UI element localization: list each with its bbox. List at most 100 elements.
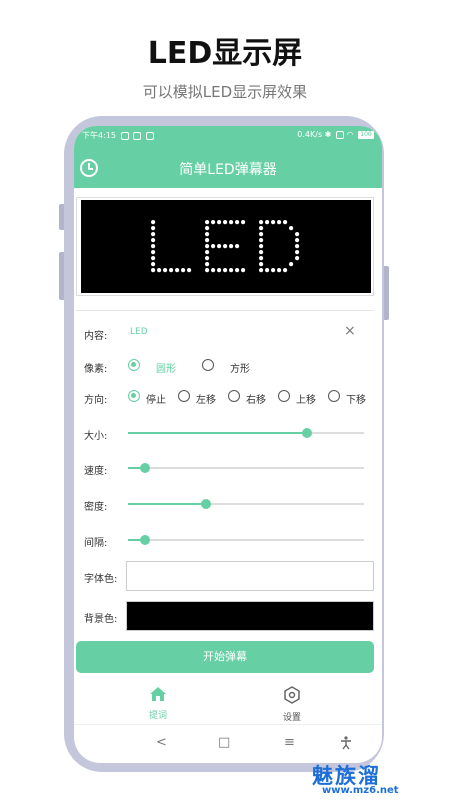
led-dot: [259, 238, 264, 243]
led-dot: [151, 256, 156, 261]
speed-label: 速度:: [84, 466, 108, 477]
pixel-circle-radio[interactable]: [128, 359, 140, 371]
promo-subtitle: 可以模拟LED显示屏效果: [142, 83, 308, 101]
led-dot: [259, 268, 264, 273]
led-dot: [259, 220, 264, 225]
content-input[interactable]: LED: [130, 327, 148, 337]
direction-down-radio[interactable]: [328, 390, 340, 402]
settings-icon: [284, 686, 300, 704]
direction-right-label: 右移: [246, 395, 266, 406]
gap-slider[interactable]: [128, 535, 364, 545]
led-dot: [169, 268, 174, 273]
direction-label: 方向:: [84, 395, 108, 406]
led-dot: [271, 268, 276, 273]
led-dot: [151, 232, 156, 237]
font-color-label: 字体色:: [84, 574, 118, 585]
battery-icon: 100: [358, 130, 374, 139]
direction-left-label: 左移: [196, 395, 216, 406]
speed-slider-thumb[interactable]: [139, 463, 150, 473]
density-slider-thumb[interactable]: [200, 499, 211, 509]
direction-up-label: 上移: [296, 395, 316, 406]
promo-title: LED显示屏: [147, 36, 303, 71]
led-dot: [151, 226, 156, 231]
led-dot: [223, 244, 228, 249]
led-dot: [217, 220, 222, 225]
led-dot: [217, 268, 222, 273]
led-dot: [265, 220, 270, 225]
start-button[interactable]: 开始弹幕: [76, 641, 374, 673]
led-dot: [235, 220, 240, 225]
led-dot: [157, 268, 162, 273]
tab-settings[interactable]: 设置: [262, 686, 322, 723]
content-label: 内容:: [84, 331, 108, 342]
wifi-icon: ◠: [346, 130, 354, 139]
led-dot: [265, 268, 270, 273]
density-slider[interactable]: [128, 499, 364, 509]
led-dot: [259, 244, 264, 249]
speed-slider[interactable]: [128, 463, 364, 473]
pixel-square-radio[interactable]: [202, 359, 214, 371]
led-dot: [259, 250, 264, 255]
home-icon: [150, 687, 166, 701]
led-dot: [283, 220, 288, 225]
bg-color-label: 背景色:: [84, 614, 118, 625]
direction-stop-radio[interactable]: [128, 390, 140, 402]
led-dot: [289, 262, 294, 267]
status-bar: 下午4:15 0.4K/s ✱ ◠ 100: [82, 130, 374, 144]
pixel-label: 像素:: [84, 364, 108, 375]
accessibility-icon[interactable]: [340, 736, 352, 750]
menu-icon[interactable]: ≡: [284, 735, 295, 750]
led-preview[interactable]: [81, 200, 371, 293]
system-nav-bar: < □ ≡: [74, 724, 382, 763]
led-dot: [205, 256, 210, 261]
watermark-url: www.mz6.net: [322, 785, 399, 796]
led-dot: [259, 262, 264, 267]
app-header: 下午4:15 0.4K/s ✱ ◠ 100 简单LED弹幕器: [74, 126, 382, 188]
clear-icon[interactable]: ×: [344, 323, 356, 339]
led-dot: [151, 268, 156, 273]
bluetooth-icon: ✱: [324, 130, 332, 139]
direction-up-radio[interactable]: [278, 390, 290, 402]
led-dot: [277, 268, 282, 273]
led-dot: [259, 226, 264, 231]
size-slider-thumb[interactable]: [302, 428, 313, 438]
led-dot: [205, 262, 210, 267]
led-dot: [151, 244, 156, 249]
led-dot: [211, 220, 216, 225]
led-dot: [223, 268, 228, 273]
tab-teleprompter-label: 提词: [148, 711, 167, 721]
led-dot: [259, 256, 264, 261]
network-speed: 0.4K/s: [297, 130, 323, 139]
font-color-picker[interactable]: [126, 561, 374, 591]
led-dot: [223, 220, 228, 225]
led-dot: [295, 238, 300, 243]
led-dot: [151, 262, 156, 267]
notification-icon: [120, 131, 129, 140]
sim-icon: [335, 130, 344, 139]
bg-color-picker[interactable]: [126, 601, 374, 631]
gap-slider-thumb[interactable]: [139, 535, 150, 545]
led-preview-frame: [76, 197, 374, 296]
led-dot: [235, 244, 240, 249]
led-dot: [151, 250, 156, 255]
led-dot: [241, 268, 246, 273]
home-nav-icon[interactable]: □: [218, 735, 230, 750]
led-dot: [211, 244, 216, 249]
pixel-square-label: 方形: [230, 364, 250, 375]
led-dot: [163, 268, 168, 273]
size-slider[interactable]: [128, 428, 364, 438]
led-dot: [205, 238, 210, 243]
led-dot: [283, 268, 288, 273]
led-dot: [151, 220, 156, 225]
direction-right-radio[interactable]: [228, 390, 240, 402]
direction-left-radio[interactable]: [178, 390, 190, 402]
back-icon[interactable]: <: [156, 735, 167, 750]
pixel-circle-label: 圆形: [156, 364, 176, 375]
led-dot: [295, 244, 300, 249]
led-dot: [205, 232, 210, 237]
settings-panel: 内容: LED × 像素: 圆形 方形 方向: 停止 左移 右移 上移 下移 大…: [76, 310, 374, 633]
led-dot: [229, 268, 234, 273]
led-dot: [229, 244, 234, 249]
tab-teleprompter[interactable]: 提词: [128, 686, 188, 721]
notification-icon: [133, 131, 142, 140]
